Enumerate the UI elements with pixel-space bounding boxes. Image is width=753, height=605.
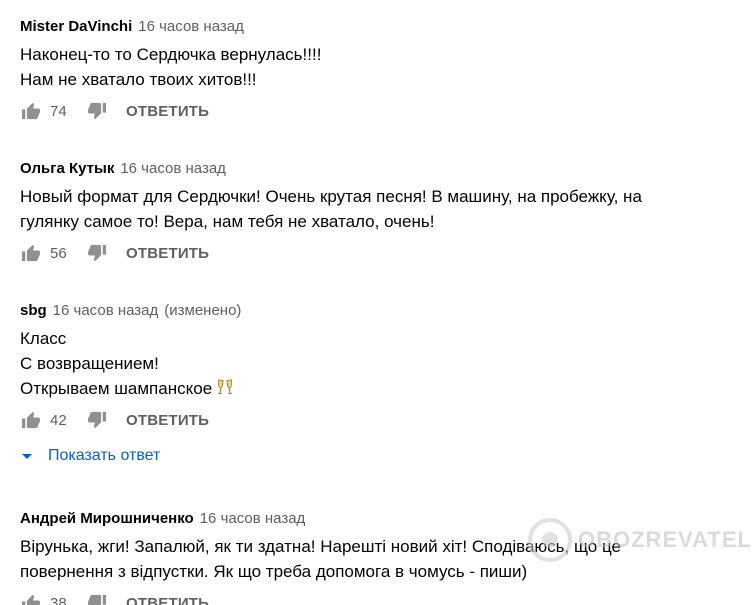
comment-author[interactable]: Mister DaVinchi <box>20 17 132 37</box>
chevron-down-icon <box>22 453 32 459</box>
comment-actions: 74 ОТВЕТИТЬ <box>20 96 740 126</box>
like-button[interactable] <box>20 100 42 122</box>
comment-text-line-with-emoji: Открываем шампанское <box>20 376 740 401</box>
comment-text: Вірунька, жги! Запалюй, як ти здатна! На… <box>20 534 740 584</box>
reply-button[interactable]: ОТВЕТИТЬ <box>126 245 209 262</box>
comment-text-line: Новый формат для Сердючки! Очень крутая … <box>20 187 642 206</box>
reply-button[interactable]: ОТВЕТИТЬ <box>126 595 209 605</box>
comment-header: Андрей Мирошниченко 16 часов назад <box>20 509 740 529</box>
comment: Ольга Кутык 16 часов назад Новый формат … <box>20 159 740 268</box>
thumbs-down-icon <box>88 411 106 429</box>
comment-text-line: Вірунька, жги! Запалюй, як ти здатна! На… <box>20 537 621 556</box>
comment-text-line: гулянку самое то! Вера, нам тебя не хват… <box>20 212 435 231</box>
comment-text-line: Класс <box>20 329 67 348</box>
comment-header: Ольга Кутык 16 часов назад <box>20 159 740 179</box>
dislike-button[interactable] <box>86 242 108 264</box>
dislike-button[interactable] <box>86 100 108 122</box>
like-button[interactable] <box>20 592 42 605</box>
comment-author[interactable]: Ольга Кутык <box>20 159 114 179</box>
like-count: 56 <box>50 244 67 262</box>
dislike-button[interactable] <box>86 409 108 431</box>
comment-text-line: повернення з відпустки. Як що треба допо… <box>20 562 528 581</box>
comment-author[interactable]: sbg <box>20 301 47 321</box>
comment-time[interactable]: 16 часов назад <box>53 301 159 321</box>
comment-header: sbg 16 часов назад (изменено) <box>20 301 740 321</box>
comment-text-line: Нам не хватало твоих хитов!!! <box>20 70 257 89</box>
like-count: 74 <box>50 102 67 120</box>
edited-label: (изменено) <box>164 302 242 319</box>
comment-author[interactable]: Андрей Мирошниченко <box>20 509 194 529</box>
comment: Андрей Мирошниченко 16 часов назад Вірун… <box>20 509 740 605</box>
comment: Mister DaVinchi 16 часов назад Наконец-т… <box>20 17 740 126</box>
comment-text: Наконец-то то Сердючка вернулась!!!! Нам… <box>20 42 740 92</box>
show-replies-button[interactable]: Показать ответ <box>20 443 740 469</box>
reply-button[interactable]: ОТВЕТИТЬ <box>126 412 209 429</box>
comment-text-line: Наконец-то то Сердючка вернулась!!!! <box>20 45 322 64</box>
comment-text: Новый формат для Сердючки! Очень крутая … <box>20 184 740 234</box>
like-button[interactable] <box>20 242 42 264</box>
comment-actions: 42 ОТВЕТИТЬ <box>20 405 740 435</box>
thumbs-up-icon <box>22 411 40 429</box>
thumbs-down-icon <box>88 244 106 262</box>
comment-time[interactable]: 16 часов назад <box>138 17 244 37</box>
dislike-button[interactable] <box>86 592 108 605</box>
comment-text-line: С возвращением! <box>20 354 159 373</box>
comment-time[interactable]: 16 часов назад <box>200 509 306 529</box>
like-button[interactable] <box>20 409 42 431</box>
thumbs-up-icon <box>21 594 40 605</box>
comment-actions: 38 ОТВЕТИТЬ <box>20 588 740 605</box>
show-replies-label: Показать ответ <box>48 447 161 464</box>
thumbs-up-icon <box>22 244 40 262</box>
thumbs-down-icon <box>88 102 106 120</box>
thumbs-down-icon <box>88 594 106 605</box>
comment-text-segment: Открываем шампанское <box>20 379 213 398</box>
like-count: 42 <box>50 411 67 429</box>
comment-actions: 56 ОТВЕТИТЬ <box>20 238 740 268</box>
comment-time[interactable]: 16 часов назад <box>120 159 226 179</box>
comment-header: Mister DaVinchi 16 часов назад <box>20 17 740 37</box>
like-count: 38 <box>50 594 67 605</box>
comment: sbg 16 часов назад (изменено) Класс С во… <box>20 301 740 469</box>
comment-text: Класс С возвращением! Открываем шампанск… <box>20 326 740 401</box>
reply-button[interactable]: ОТВЕТИТЬ <box>126 103 209 120</box>
champagne-glasses-icon <box>218 379 232 395</box>
thumbs-up-icon <box>22 102 40 120</box>
